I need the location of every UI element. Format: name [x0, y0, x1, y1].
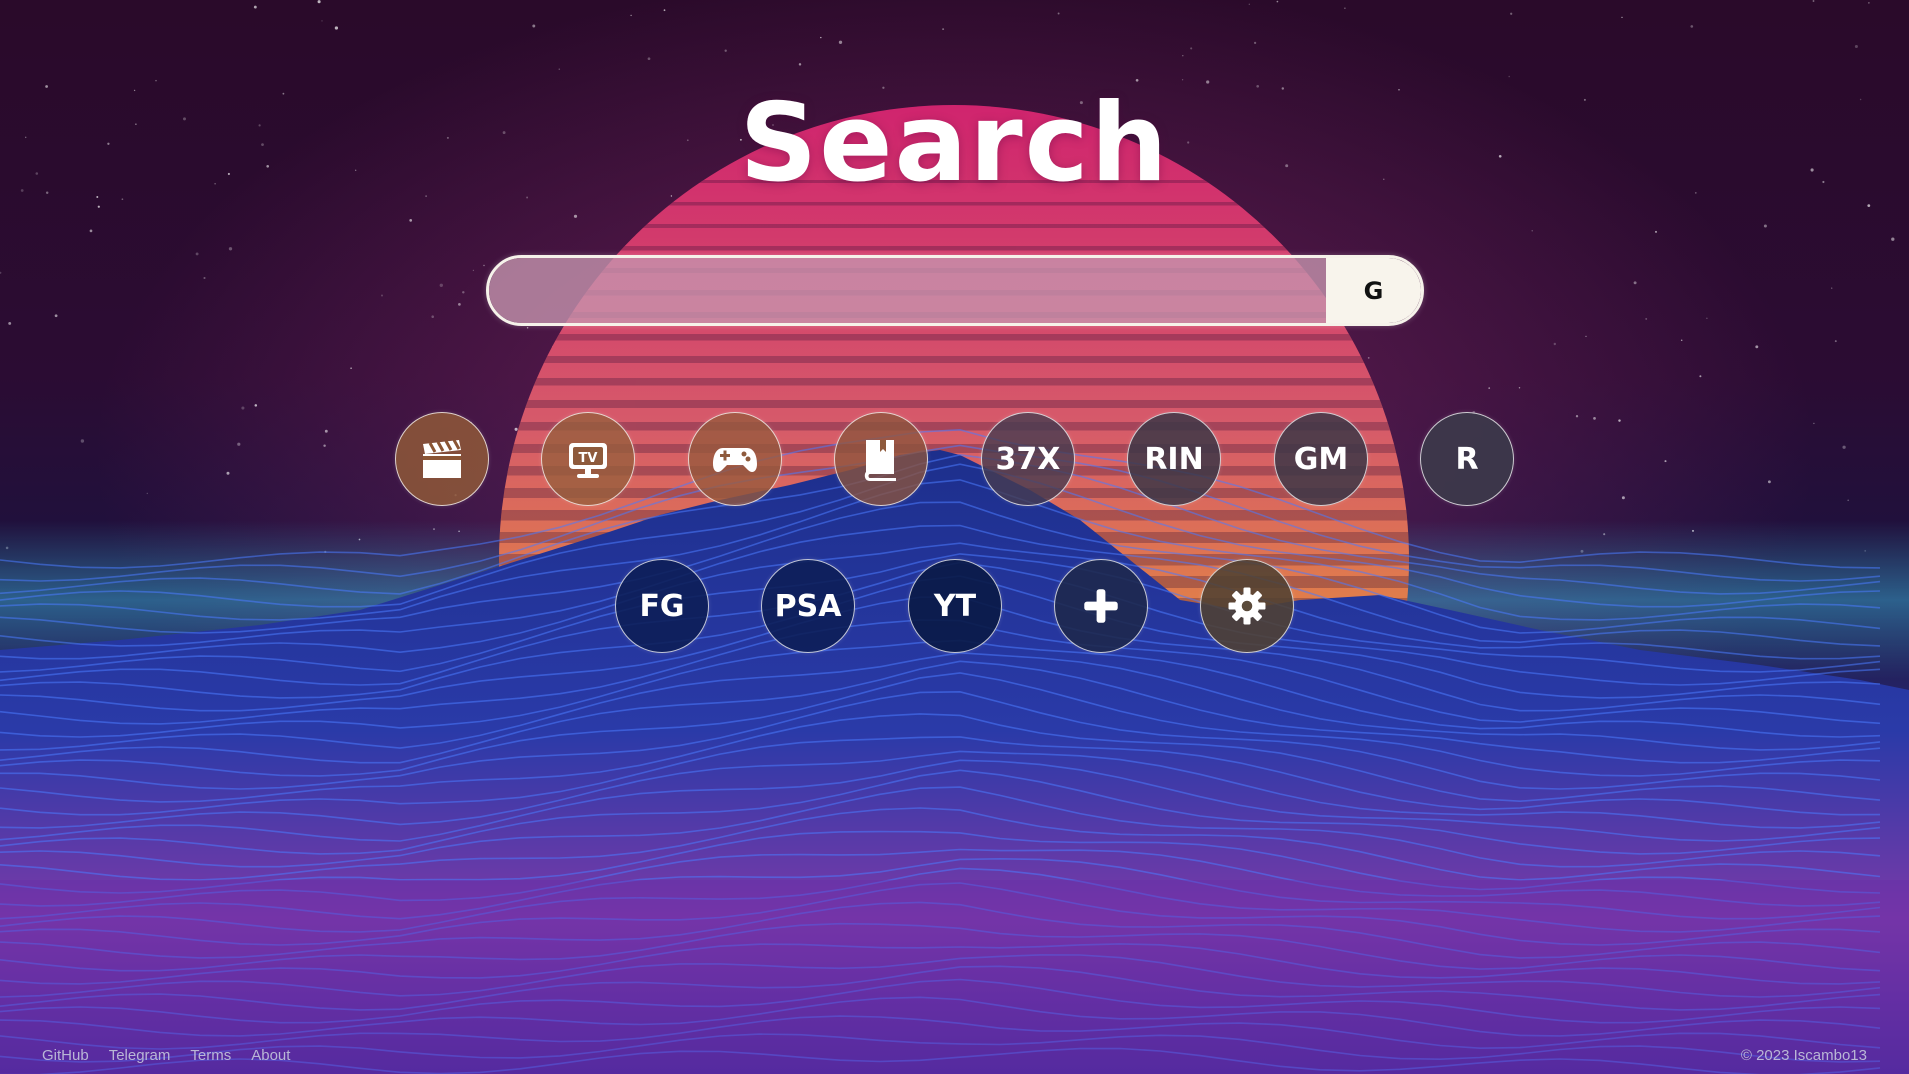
book-icon — [856, 434, 906, 484]
shortcut-label: PSA — [774, 588, 842, 624]
shortcut-fg[interactable]: FG — [615, 559, 709, 653]
google-g-icon: G — [1363, 276, 1384, 305]
clapperboard-icon — [417, 434, 467, 484]
footer-link-github[interactable]: GitHub — [42, 1047, 89, 1064]
shortcut-label: RIN — [1144, 441, 1204, 477]
shortcut-label: GM — [1293, 441, 1349, 477]
page-title: Search — [739, 81, 1170, 206]
gamepad-icon — [710, 434, 760, 484]
footer-link-about[interactable]: About — [251, 1047, 290, 1064]
shortcut-label: YT — [933, 588, 977, 624]
footer-link-telegram[interactable]: Telegram — [109, 1047, 171, 1064]
shortcut-label: 37X — [995, 441, 1061, 477]
search-engine-button[interactable]: G — [1326, 258, 1421, 323]
shortcut-label: R — [1455, 441, 1479, 477]
gear-icon — [1225, 584, 1269, 628]
shortcut-label: FG — [639, 588, 685, 624]
footer-link-terms[interactable]: Terms — [190, 1047, 231, 1064]
shortcut-rin[interactable]: RIN — [1127, 412, 1221, 506]
shortcut-37x[interactable]: 37X — [981, 412, 1075, 506]
shortcut-r[interactable]: R — [1420, 412, 1514, 506]
shortcut-yt[interactable]: YT — [908, 559, 1002, 653]
shortcut-books[interactable] — [834, 412, 928, 506]
footer-links: GitHub Telegram Terms About — [42, 1047, 290, 1064]
shortcut-psa[interactable]: PSA — [761, 559, 855, 653]
shortcut-games[interactable] — [688, 412, 782, 506]
shortcut-movies[interactable] — [395, 412, 489, 506]
settings-button[interactable] — [1200, 559, 1294, 653]
svg-text:TV: TV — [579, 451, 598, 466]
search-bar: G — [486, 255, 1424, 326]
add-shortcut-button[interactable] — [1054, 559, 1148, 653]
search-input[interactable] — [489, 258, 1326, 323]
copyright-text: © 2023 Iscambo13 — [1740, 1047, 1867, 1064]
shortcut-tv[interactable]: TV — [541, 412, 635, 506]
shortcut-gm[interactable]: GM — [1274, 412, 1368, 506]
tv-icon: TV — [563, 434, 613, 484]
plus-icon — [1079, 584, 1123, 628]
